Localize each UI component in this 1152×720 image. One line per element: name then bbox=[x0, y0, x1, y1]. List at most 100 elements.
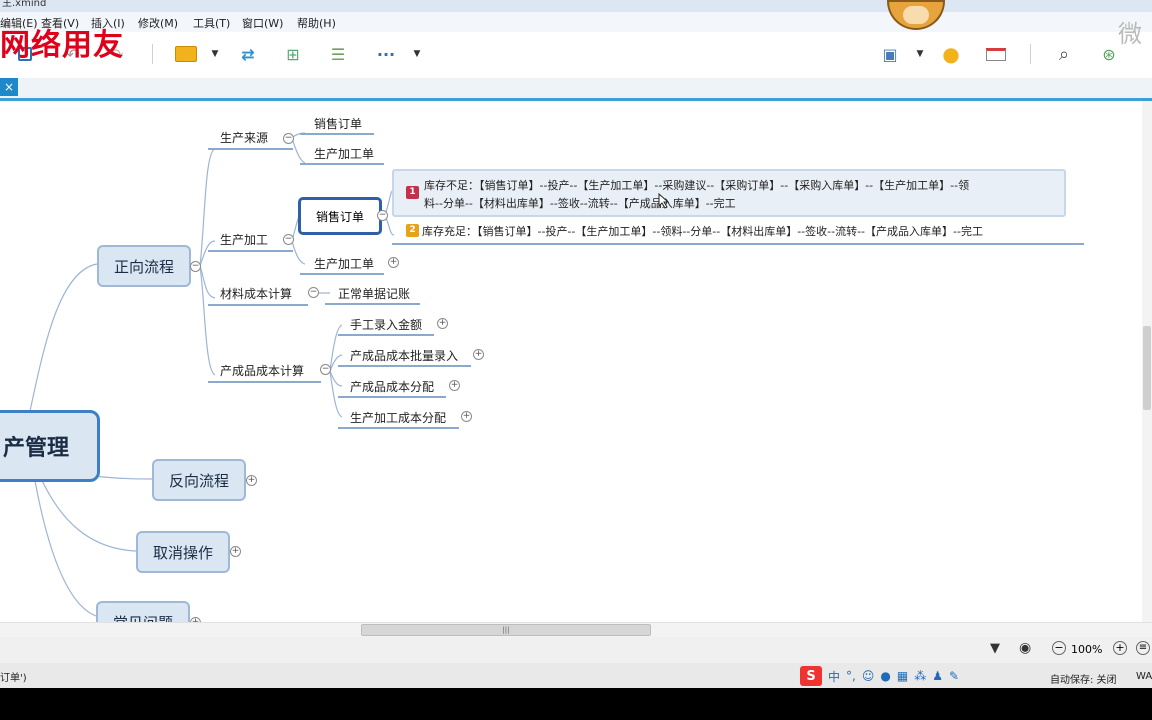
wrench-icon[interactable]: ✎ bbox=[949, 669, 959, 683]
menu-window[interactable]: 窗口(W) bbox=[242, 15, 283, 31]
vertical-scroll-thumb[interactable] bbox=[1143, 326, 1151, 410]
expand-toggle[interactable]: + bbox=[449, 380, 460, 391]
more-dropdown[interactable]: ▼ bbox=[411, 42, 423, 66]
priority-2-badge: 2 bbox=[406, 224, 419, 237]
subtopic-production-source[interactable]: 生产来源 bbox=[220, 129, 268, 146]
branch-reverse-flow[interactable]: 反向流程 bbox=[152, 459, 246, 501]
leaf-sales-order[interactable]: 销售订单 bbox=[314, 115, 362, 132]
presentation-dropdown[interactable]: ▼ bbox=[914, 42, 926, 66]
more-icon: ··· bbox=[376, 44, 396, 64]
gantt-button[interactable] bbox=[984, 42, 1008, 66]
collapse-toggle[interactable]: − bbox=[283, 234, 294, 245]
vertical-scrollbar[interactable] bbox=[1142, 101, 1152, 622]
leaf-work-order[interactable]: 生产加工单 bbox=[314, 145, 374, 162]
expand-toggle[interactable]: + bbox=[461, 411, 472, 422]
collapse-toggle[interactable]: − bbox=[283, 133, 294, 144]
search-button[interactable]: ⌕ bbox=[1052, 42, 1076, 66]
caret-down-icon: ▼ bbox=[211, 49, 219, 59]
filter-icon[interactable]: ▼ bbox=[990, 641, 1000, 656]
horizontal-scrollbar[interactable]: ||| bbox=[0, 622, 1152, 637]
summary-icon: ☰ bbox=[330, 44, 346, 64]
subtopic-production-processing[interactable]: 生产加工 bbox=[220, 231, 268, 248]
brainstorm-button[interactable]: ● bbox=[939, 42, 963, 66]
topic-underline bbox=[392, 243, 1084, 245]
expand-toggle[interactable]: + bbox=[230, 546, 241, 557]
share-icon: ⊛ bbox=[1102, 44, 1116, 64]
more-button[interactable]: ··· bbox=[374, 42, 398, 66]
topic-icon bbox=[175, 46, 197, 62]
topic-underline bbox=[300, 163, 384, 165]
relationship-icon: ⇄ bbox=[241, 44, 255, 64]
central-topic-label: 产管理 bbox=[3, 436, 70, 461]
subtopic-material-cost[interactable]: 材料成本计算 bbox=[220, 285, 292, 302]
collapse-toggle[interactable]: − bbox=[308, 287, 319, 298]
branch-forward-flow[interactable]: 正向流程 bbox=[97, 245, 191, 287]
menu-icon[interactable]: ≡ bbox=[1136, 641, 1150, 655]
topic-underline bbox=[338, 427, 459, 429]
menu-tools[interactable]: 工具(T) bbox=[193, 15, 230, 31]
presentation-button[interactable]: ▣ bbox=[878, 42, 902, 66]
leaf-batch-entry[interactable]: 产成品成本批量录入 bbox=[350, 347, 458, 364]
expand-toggle[interactable]: + bbox=[473, 349, 484, 360]
keyboard-icon[interactable]: ▦ bbox=[897, 669, 908, 683]
branch-label: 正向流程 bbox=[113, 257, 174, 276]
expand-toggle[interactable]: + bbox=[388, 257, 399, 268]
tab-close-button[interactable]: × bbox=[0, 78, 18, 96]
leaf-normal-posting[interactable]: 正常单据记账 bbox=[338, 285, 410, 302]
collapse-toggle[interactable]: − bbox=[320, 364, 331, 375]
corner-watermark: 微 bbox=[1118, 20, 1142, 48]
window-title: 主.xmind bbox=[2, 0, 47, 9]
leaf-label: 销售订单 bbox=[315, 209, 364, 224]
horizontal-scroll-thumb[interactable]: ||| bbox=[361, 624, 651, 636]
topic-dropdown[interactable]: ▼ bbox=[209, 42, 221, 66]
structure-button[interactable]: ⊞ bbox=[281, 42, 305, 66]
caret-down-icon: ▼ bbox=[413, 49, 421, 59]
emoji-icon[interactable]: ☺ bbox=[862, 669, 875, 683]
toolbar-divider bbox=[1030, 44, 1031, 64]
mindmap-canvas[interactable]: 产管理 正向流程 − 反向流程 + 取消操作 + 常见问题 + 生产来源 − 销… bbox=[0, 101, 1142, 622]
leaf-work-order[interactable]: 生产加工单 bbox=[314, 255, 374, 272]
topic-underline bbox=[338, 396, 446, 398]
expand-toggle[interactable]: + bbox=[246, 475, 257, 486]
branch-cancel[interactable]: 取消操作 bbox=[136, 531, 230, 573]
topic-underline bbox=[338, 365, 471, 367]
topic-button[interactable] bbox=[174, 42, 198, 66]
skin-icon[interactable]: ♟ bbox=[932, 669, 943, 683]
toolbar-divider bbox=[152, 44, 153, 64]
branch-faq[interactable]: 常见问题 bbox=[96, 601, 190, 622]
topic-underline bbox=[208, 250, 293, 252]
eye-icon[interactable]: ◉ bbox=[1019, 640, 1031, 656]
ime-tools-icon[interactable]: ⁂ bbox=[914, 669, 926, 683]
status-bar: 订单') S 中 °, ☺ ● ▦ ⁂ ♟ ✎ 自动保存: 关闭 WA bbox=[0, 663, 1152, 688]
note-text-line: 库存充足：【销售订单】--投产--【生产加工单】--领料--分单--【材料出库单… bbox=[422, 225, 983, 238]
leaf-work-allocation[interactable]: 生产加工成本分配 bbox=[350, 409, 446, 426]
toolbar: ↶ ↷ ▼ ⇄ ⊞ ☰ ··· ▼ ▣ ▼ ● ⌕ ⊛ bbox=[0, 32, 1152, 79]
note-insufficient-stock[interactable]: 1 库存不足：【销售订单】--投产--【生产加工单】--采购建议--【采购订单】… bbox=[392, 169, 1066, 217]
menu-help[interactable]: 帮助(H) bbox=[297, 15, 336, 31]
topic-underline bbox=[338, 334, 434, 336]
microphone-icon[interactable]: ● bbox=[880, 669, 890, 683]
leaf-product-allocation[interactable]: 产成品成本分配 bbox=[350, 378, 434, 395]
priority-1-badge: 1 bbox=[406, 186, 419, 199]
autosave-status: 自动保存: 关闭 bbox=[1050, 675, 1117, 686]
subtopic-product-cost[interactable]: 产成品成本计算 bbox=[220, 362, 304, 379]
leaf-sales-order-selected[interactable]: 销售订单 bbox=[298, 197, 382, 235]
leaf-manual-amount[interactable]: 手工录入金额 bbox=[350, 316, 422, 333]
title-bar: 主.xmind bbox=[0, 0, 1152, 12]
zoom-in-button[interactable]: + bbox=[1113, 641, 1127, 655]
zoom-out-button[interactable]: − bbox=[1052, 641, 1066, 655]
structure-icon: ⊞ bbox=[286, 44, 300, 64]
topic-underline bbox=[300, 273, 384, 275]
relationship-button[interactable]: ⇄ bbox=[236, 42, 260, 66]
menu-modify[interactable]: 修改(M) bbox=[138, 15, 178, 31]
ime-mode[interactable]: 中 bbox=[828, 668, 840, 685]
note-sufficient-stock[interactable]: 2 库存充足：【销售订单】--投产--【生产加工单】--领料--分单--【材料出… bbox=[392, 221, 1082, 241]
collapse-toggle[interactable]: − bbox=[377, 210, 388, 221]
central-topic[interactable]: 产管理 bbox=[0, 410, 100, 482]
collapse-toggle[interactable]: − bbox=[190, 261, 201, 272]
ime-toolbar[interactable]: S 中 °, ☺ ● ▦ ⁂ ♟ ✎ bbox=[800, 666, 959, 686]
presentation-icon: ▣ bbox=[882, 44, 898, 64]
summary-button[interactable]: ☰ bbox=[326, 42, 350, 66]
ime-punct[interactable]: °, bbox=[846, 669, 856, 683]
expand-toggle[interactable]: + bbox=[437, 318, 448, 329]
